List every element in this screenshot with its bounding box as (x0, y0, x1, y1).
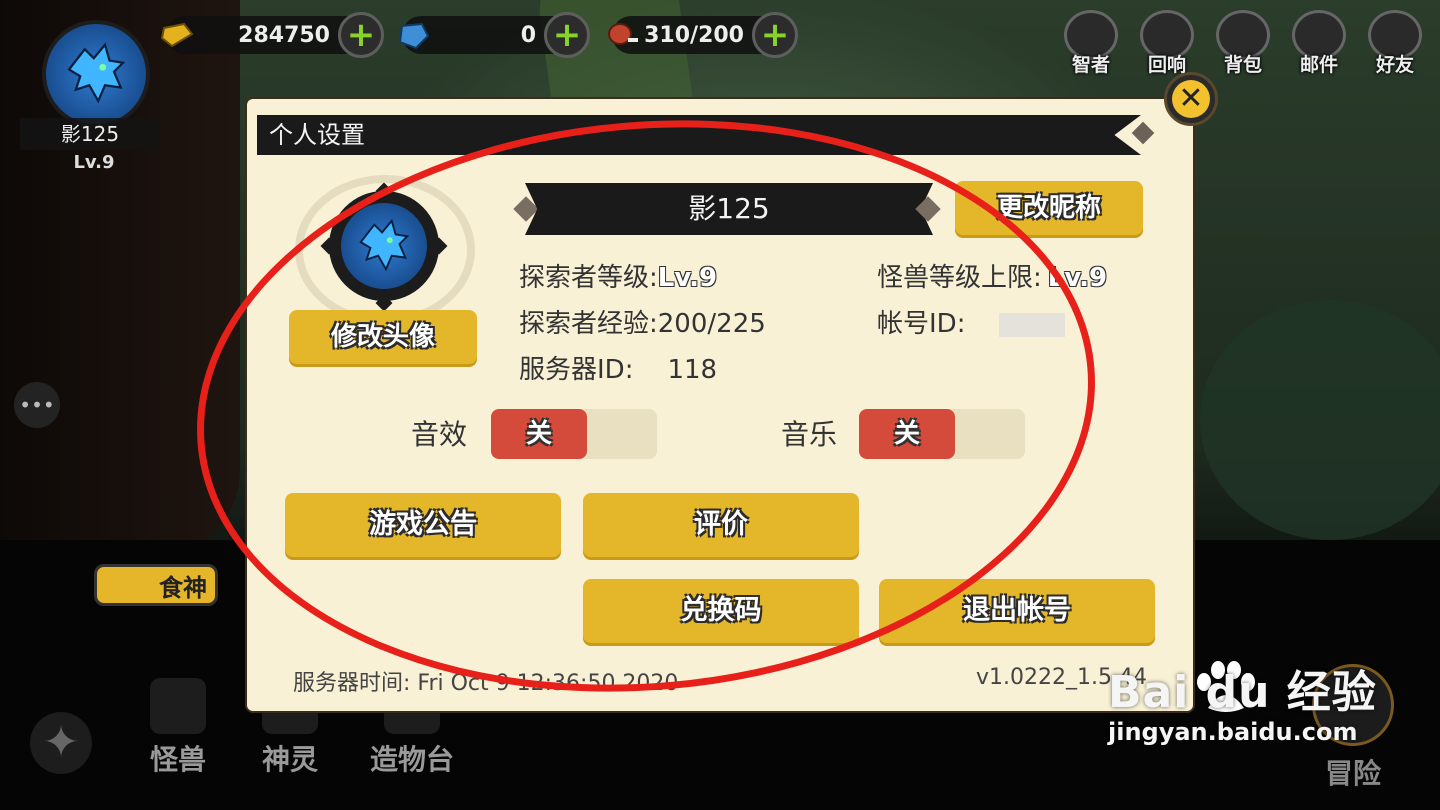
nickname-plate: 影125 (525, 183, 933, 235)
dialog-title-bar (257, 115, 1141, 155)
dragon-avatar-icon (359, 218, 410, 272)
player-avatar[interactable] (42, 20, 150, 128)
profile-avatar[interactable] (329, 191, 439, 301)
top-menu-backpack[interactable]: 背包 (1216, 10, 1270, 77)
close-dialog-button[interactable]: ✕ (1164, 72, 1218, 126)
explorer-exp-label: 探索者经验: (519, 309, 658, 339)
gold-ingot-icon (160, 22, 194, 48)
account-id-row: 帐号ID: (877, 303, 1066, 340)
meat-icon (608, 23, 638, 45)
server-time: 服务器时间: Fri Oct 9 12:36:50 2020 (293, 671, 679, 696)
top-menu-sage[interactable]: 智者 (1064, 10, 1118, 77)
nav-monster[interactable]: 怪兽 (140, 678, 216, 778)
account-id-label: 帐号ID: (877, 309, 966, 339)
change-avatar-button[interactable]: 修改头像 (289, 310, 477, 364)
top-menu-friends[interactable]: 好友 (1368, 10, 1422, 77)
food-god-button[interactable]: 食神 (94, 564, 218, 606)
shuriken-icon[interactable]: ✦ (30, 712, 92, 774)
top-menu-label: 智者 (1071, 54, 1110, 76)
server-id-value: 118 (667, 355, 718, 385)
baidu-watermark: Bai du 经验 jingyan.baidu.com (1108, 656, 1377, 746)
sound-label: 音效 (411, 418, 468, 451)
account-id-redacted (999, 312, 1066, 337)
chat-bubble-icon[interactable]: ••• (14, 382, 60, 428)
watermark-url: jingyan.baidu.com (1108, 718, 1358, 746)
explorer-exp-value: 200/225 (657, 309, 766, 339)
top-menu-label: 好友 (1375, 54, 1414, 76)
adventure-label: 冒险 (1324, 757, 1381, 790)
rate-button[interactable]: 评价 (583, 493, 859, 557)
announcement-button[interactable]: 游戏公告 (285, 493, 561, 557)
gold-value: 284750 (238, 22, 330, 48)
watermark-brand: Bai du 经验 (1108, 667, 1377, 718)
monster-level-cap-row: 怪兽等级上限: Lv.9 (877, 257, 1107, 294)
add-gold-button[interactable]: + (338, 12, 384, 58)
stamina-value: 310/200 (644, 22, 744, 48)
hud-player-name: 影125 (20, 118, 160, 150)
logout-button[interactable]: 退出帐号 (879, 579, 1155, 643)
add-gem-button[interactable]: + (544, 12, 590, 58)
explorer-level-label: 探索者等级: (519, 263, 658, 293)
server-id-label: 服务器ID: (519, 355, 634, 385)
dragon-avatar-icon (67, 42, 126, 104)
sound-toggle-knob: 关 (491, 409, 587, 459)
top-menu-label: 邮件 (1299, 54, 1338, 76)
title-diamond-ornament (1131, 121, 1155, 145)
nav-label: 造物台 (369, 743, 454, 776)
hud-player-level: Lv.9 (73, 152, 115, 173)
add-stamina-button[interactable]: + (752, 12, 798, 58)
redeem-code-button[interactable]: 兑换码 (583, 579, 859, 643)
server-id-row: 服务器ID: 118 (519, 349, 717, 386)
explorer-exp-row: 探索者经验:200/225 (519, 303, 766, 340)
stamina-counter: 310/200 + (608, 12, 798, 58)
personal-settings-dialog: 个人设置 修改头像 影125 更改昵称 探索者等级:Lv.9 怪兽等级上限: Lv… (247, 99, 1193, 711)
top-menu-label: 背包 (1223, 54, 1262, 76)
close-icon: ✕ (1172, 80, 1210, 118)
music-toggle[interactable]: 关 (859, 409, 1025, 459)
gold-counter: 284750 + (160, 12, 384, 58)
gem-counter: 0 + (398, 12, 590, 58)
monster-level-cap-value: Lv.9 (1047, 263, 1108, 293)
music-toggle-knob: 关 (859, 409, 955, 459)
explorer-level-row: 探索者等级:Lv.9 (519, 257, 717, 294)
music-label: 音乐 (781, 418, 838, 451)
gem-icon (398, 22, 430, 50)
gem-value: 0 (520, 22, 536, 48)
top-menu: 智者 回响 背包 邮件 好友 (1064, 10, 1422, 77)
explorer-level-value: Lv.9 (657, 263, 718, 293)
sound-toggle[interactable]: 关 (491, 409, 657, 459)
monster-icon (150, 678, 206, 734)
nav-label: 神灵 (261, 743, 318, 776)
top-menu-echo[interactable]: 回响 (1140, 10, 1194, 77)
dialog-title: 个人设置 (269, 121, 365, 149)
change-nickname-button[interactable]: 更改昵称 (955, 181, 1143, 235)
nav-label: 怪兽 (149, 743, 206, 776)
monster-level-cap-label: 怪兽等级上限: (877, 263, 1042, 293)
top-menu-mail[interactable]: 邮件 (1292, 10, 1346, 77)
